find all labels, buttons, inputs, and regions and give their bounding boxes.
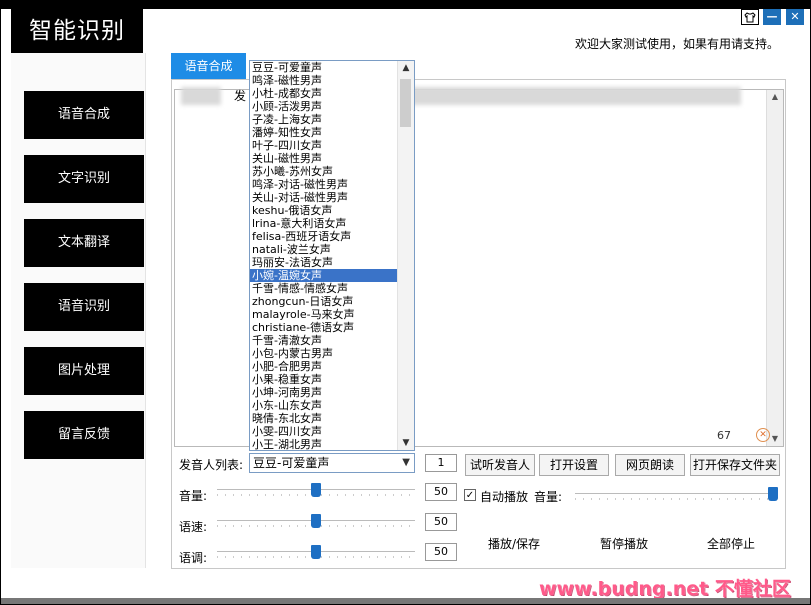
- voice-option[interactable]: 小肥-合肥男声: [250, 360, 399, 373]
- voice-option[interactable]: 小王-湖北男声: [250, 438, 399, 450]
- chevron-down-icon: ▼: [402, 457, 410, 468]
- autoplay-label: 自动播放: [480, 490, 529, 504]
- voice-option[interactable]: 子凌-上海女声: [250, 113, 399, 126]
- nav-asr-button[interactable]: 语音识别: [24, 283, 144, 331]
- voice-option[interactable]: natali-波兰女声: [250, 243, 399, 256]
- voice-option[interactable]: 豆豆-可爱童声: [250, 61, 399, 74]
- voice-option[interactable]: keshu-俄语女声: [250, 204, 399, 217]
- voice-options: 豆豆-可爱童声 鸣泽-磁性男声 小杜-成都女声 小顾-活泼男声 子凌-上海女声 潘婷-知性…: [250, 61, 399, 450]
- voice-option[interactable]: felisa-西班牙语女声: [250, 230, 399, 243]
- voice-option[interactable]: 小坤-河南男声: [250, 386, 399, 399]
- skin-button[interactable]: [741, 9, 759, 25]
- speed-slider[interactable]: [217, 514, 415, 528]
- scroll-thumb[interactable]: [400, 79, 411, 127]
- voice-option[interactable]: 叶子-四川女声: [250, 139, 399, 152]
- voice-dropdown-list[interactable]: 豆豆-可爱童声 鸣泽-磁性男声 小杜-成都女声 小顾-活泼男声 子凌-上海女声 潘婷-知性…: [249, 60, 415, 451]
- web-read-button[interactable]: 网页朗读: [615, 454, 685, 476]
- autoplay-checkbox[interactable]: ✓: [464, 489, 476, 501]
- pitch-value[interactable]: 50: [425, 543, 457, 561]
- voice-option[interactable]: malayrole-马来女声: [250, 308, 399, 321]
- nav-tts-button[interactable]: 语音合成: [24, 91, 144, 139]
- nav-image-button[interactable]: 图片处理: [24, 347, 144, 395]
- sidebar: 语音合成 文字识别 文本翻译 语音识别 图片处理 留言反馈: [11, 53, 146, 568]
- top-border: [1, 1, 810, 9]
- volume-label: 音量:: [179, 489, 208, 503]
- voice-option[interactable]: 小雯-四川女声: [250, 425, 399, 438]
- voice-option[interactable]: 千雪-清澈女声: [250, 334, 399, 347]
- volume-value[interactable]: 50: [425, 483, 457, 501]
- voice-option[interactable]: 小包-内蒙古男声: [250, 347, 399, 360]
- volume-slider-thumb[interactable]: [311, 483, 321, 497]
- chevron-down-icon[interactable]: ▼: [398, 436, 414, 450]
- pitch-slider-thumb[interactable]: [311, 545, 321, 559]
- nav-ocr-button[interactable]: 文字识别: [24, 155, 144, 203]
- preview-voice-button[interactable]: 试听发音人: [465, 454, 535, 476]
- play-save-button[interactable]: 播放/保存: [488, 535, 540, 552]
- tab-tts[interactable]: 语音合成: [171, 53, 246, 79]
- char-count: 67: [717, 429, 731, 442]
- text-label-fragment: 发: [234, 89, 247, 103]
- open-save-folder-button[interactable]: 打开保存文件夹: [690, 454, 780, 476]
- stop-all-button[interactable]: 全部停止: [707, 535, 755, 552]
- speaker-selected: 豆豆-可爱童声: [253, 456, 330, 470]
- bottom-strip: [1, 598, 810, 604]
- close-button[interactable]: ✕: [786, 9, 804, 25]
- app-title: 智能识别: [11, 9, 143, 53]
- voice-option[interactable]: 小顾-活泼男声: [250, 100, 399, 113]
- pause-button[interactable]: 暂停播放: [600, 535, 648, 552]
- text-scrollbar[interactable]: ▲ ▼: [766, 90, 783, 446]
- pitch-label: 语调:: [179, 551, 208, 565]
- speed-label: 语速:: [179, 520, 208, 534]
- shirt-icon: [744, 12, 756, 23]
- voice-option[interactable]: 鸣泽-对话-磁性男声: [250, 178, 399, 191]
- minimize-button[interactable]: —: [763, 9, 781, 25]
- voice-option[interactable]: lrina-意大利语女声: [250, 217, 399, 230]
- scroll-up-icon[interactable]: ▲: [767, 90, 783, 104]
- watermark: www.budng.net 不懂社区: [539, 578, 791, 600]
- welcome-text: 欢迎大家测试使用，如果有用请支持。: [575, 37, 780, 51]
- volume-slider[interactable]: [217, 483, 415, 497]
- voice-option[interactable]: zhongcun-日语女声: [250, 295, 399, 308]
- voice-option[interactable]: 关山-对话-磁性男声: [250, 191, 399, 204]
- app-window: 智能识别 — ✕ 欢迎大家测试使用，如果有用请支持。 语音合成 文字识别 文本翻…: [0, 0, 811, 605]
- dropdown-scrollbar[interactable]: ▲ ▼: [397, 61, 414, 450]
- playback-volume-label: 音量:: [534, 490, 563, 504]
- open-settings-button[interactable]: 打开设置: [539, 454, 609, 476]
- voice-option[interactable]: 小东-山东女声: [250, 399, 399, 412]
- voice-option[interactable]: 晓倩-东北女声: [250, 412, 399, 425]
- nav-feedback-button[interactable]: 留言反馈: [24, 411, 144, 459]
- playback-volume-thumb[interactable]: [768, 487, 778, 501]
- playback-volume-slider[interactable]: [575, 487, 778, 501]
- voice-option[interactable]: 关山-磁性男声: [250, 152, 399, 165]
- voice-option[interactable]: 玛丽安-法语女声: [250, 256, 399, 269]
- speed-slider-thumb[interactable]: [311, 514, 321, 528]
- voice-option[interactable]: 小杜-成都女声: [250, 87, 399, 100]
- speaker-label: 发音人列表:: [179, 458, 244, 472]
- voice-option[interactable]: 小婉-温婉女声: [250, 269, 399, 282]
- voice-option[interactable]: 苏小曦-苏州女声: [250, 165, 399, 178]
- pitch-slider[interactable]: [217, 545, 415, 559]
- speaker-count[interactable]: 1: [425, 454, 457, 472]
- nav-translate-button[interactable]: 文本翻译: [24, 219, 144, 267]
- voice-option[interactable]: 小果-稳重女声: [250, 373, 399, 386]
- speed-value[interactable]: 50: [425, 513, 457, 531]
- voice-option[interactable]: 潘婷-知性女声: [250, 126, 399, 139]
- voice-option[interactable]: 千雪-情感-情感女声: [250, 282, 399, 295]
- chevron-up-icon[interactable]: ▲: [398, 61, 414, 75]
- clear-icon[interactable]: ✕: [756, 428, 770, 442]
- voice-option[interactable]: 鸣泽-磁性男声: [250, 74, 399, 87]
- speaker-select[interactable]: 豆豆-可爱童声 ▼: [249, 453, 415, 473]
- voice-option[interactable]: christiane-德语女声: [250, 321, 399, 334]
